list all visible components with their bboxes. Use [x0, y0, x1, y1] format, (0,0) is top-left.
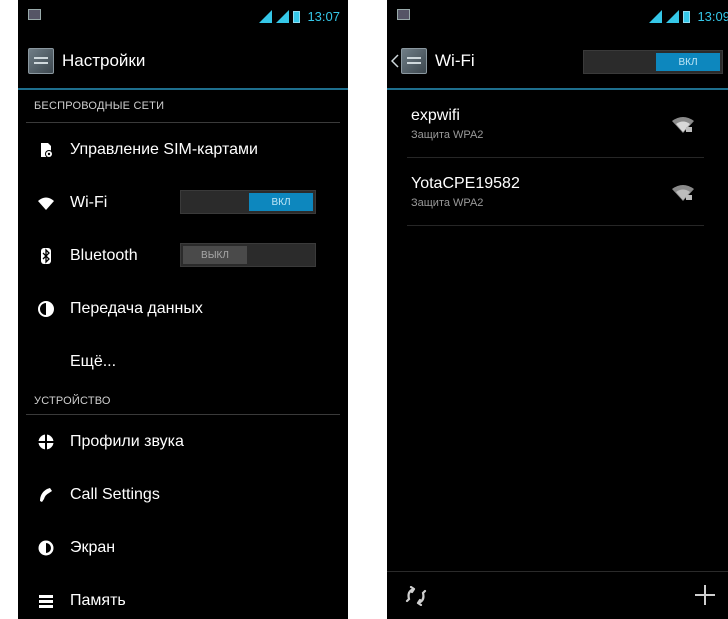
notification-icon	[28, 9, 41, 20]
section-header-wireless: БЕСПРОВОДНЫЕ СЕТИ	[34, 100, 165, 112]
wifi-network-item[interactable]: YotaCPE19582 Защита WPA2	[387, 158, 728, 225]
settings-item-display[interactable]: Экран	[18, 521, 348, 574]
wifi-toggle[interactable]: ВКЛ	[180, 190, 316, 214]
bottom-action-bar	[387, 571, 728, 619]
settings-item-label: Call Settings	[70, 485, 160, 503]
page-title: Настройки	[62, 51, 146, 70]
toggle-state-label: ВКЛ	[249, 193, 313, 211]
signal-icon	[666, 10, 680, 23]
settings-item-label: Экран	[70, 538, 116, 556]
action-bar: Wi-Fi ВКЛ	[387, 34, 728, 90]
settings-item-label: Память	[70, 591, 126, 609]
settings-item-storage[interactable]: Память	[18, 574, 348, 619]
settings-item-label: Bluetooth	[70, 246, 138, 264]
add-network-icon[interactable]	[694, 584, 716, 606]
storage-icon	[39, 594, 53, 608]
section-header-device: УСТРОЙСТВО	[34, 395, 111, 407]
wps-icon[interactable]	[405, 586, 427, 606]
settings-item-call-settings[interactable]: Call Settings	[18, 468, 348, 521]
wifi-secured-signal-icon	[672, 185, 694, 201]
wifi-icon	[38, 197, 54, 210]
toggle-state-label: ВЫКЛ	[183, 246, 247, 264]
sim-management-icon	[41, 142, 53, 158]
list-divider	[407, 225, 704, 226]
signal-icon	[276, 10, 290, 23]
settings-item-bluetooth[interactable]: Bluetooth ВЫКЛ	[18, 229, 348, 282]
wifi-master-toggle[interactable]: ВКЛ	[583, 50, 723, 74]
signal-icon	[259, 10, 273, 23]
status-time: 13:09	[697, 9, 728, 24]
settings-item-sim-management[interactable]: Управление SIM-картами	[18, 123, 348, 176]
settings-item-wifi[interactable]: Wi-Fi ВКЛ	[18, 176, 348, 229]
settings-item-label: Передача данных	[70, 299, 203, 317]
settings-item-label: Профили звука	[70, 432, 184, 450]
settings-item-label: Управление SIM-картами	[70, 140, 258, 158]
settings-item-sound-profiles[interactable]: Профили звука	[18, 415, 348, 468]
page-title: Wi-Fi	[435, 51, 475, 70]
settings-app-icon[interactable]	[28, 48, 54, 74]
bluetooth-icon	[41, 247, 51, 264]
settings-item-label: Wi-Fi	[70, 193, 108, 211]
signal-icon	[649, 10, 663, 23]
display-icon	[38, 540, 54, 555]
settings-item-data-usage[interactable]: Передача данных	[18, 282, 348, 335]
wifi-network-item[interactable]: expwifi Защита WPA2	[387, 90, 728, 157]
bluetooth-toggle[interactable]: ВЫКЛ	[180, 243, 316, 267]
settings-screen: 13:07 Настройки БЕСПРОВОДНЫЕ СЕТИ Управл…	[18, 0, 348, 619]
status-time: 13:07	[307, 9, 340, 24]
sound-profile-icon	[38, 433, 54, 450]
settings-item-more[interactable]: Ещё...	[18, 335, 348, 388]
settings-app-icon[interactable]	[401, 48, 427, 74]
notification-icon	[397, 9, 410, 20]
wifi-secured-signal-icon	[672, 117, 694, 133]
battery-icon	[293, 10, 301, 23]
back-chevron-icon[interactable]	[391, 54, 399, 68]
data-usage-icon	[38, 300, 54, 317]
toggle-state-label: ВКЛ	[656, 53, 720, 71]
phone-icon	[40, 487, 52, 502]
settings-item-label: Ещё...	[70, 352, 117, 370]
status-bar: 13:07	[18, 0, 348, 34]
action-bar: Настройки	[18, 34, 348, 90]
wifi-screen: 13:09 Wi-Fi ВКЛ expwifi Защита WPA2 Yota…	[387, 0, 728, 619]
battery-icon	[683, 10, 691, 23]
status-bar: 13:09	[387, 0, 728, 34]
